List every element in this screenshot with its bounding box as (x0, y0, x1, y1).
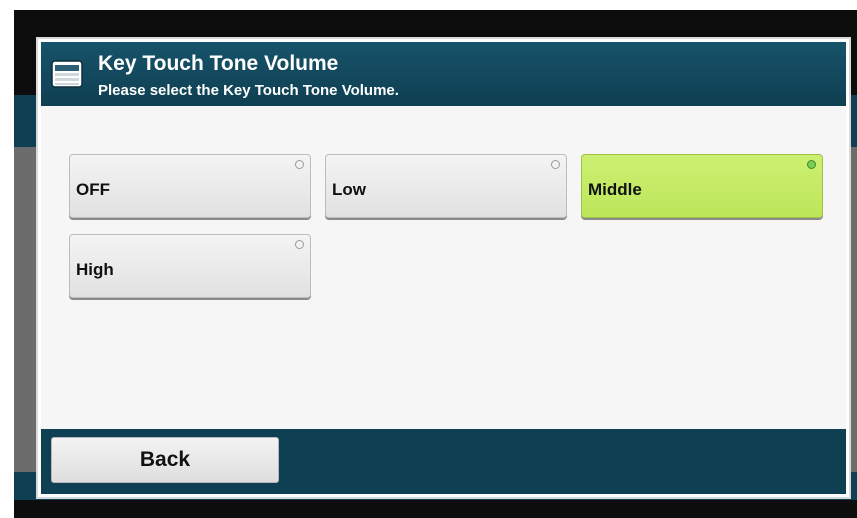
option-label: Middle (588, 180, 642, 199)
option-label: OFF (76, 180, 110, 199)
dialog-subtitle: Please select the Key Touch Tone Volume. (98, 82, 399, 99)
options-area: OFF Low Middle High (41, 106, 846, 429)
indicator-dot-icon (295, 240, 304, 249)
option-middle[interactable]: Middle (581, 154, 823, 218)
option-off[interactable]: OFF (69, 154, 311, 218)
indicator-dot-icon (807, 160, 816, 169)
option-low[interactable]: Low (325, 154, 567, 218)
dialog-header: Key Touch Tone Volume Please select the … (41, 42, 846, 106)
indicator-dot-icon (295, 160, 304, 169)
back-button[interactable]: Back (51, 437, 279, 483)
option-label: Low (332, 180, 366, 199)
volume-dialog: Key Touch Tone Volume Please select the … (36, 37, 851, 499)
option-high[interactable]: High (69, 234, 311, 298)
option-label: High (76, 260, 114, 279)
dialog-footer: Back (41, 429, 846, 494)
dialog-title: Key Touch Tone Volume (98, 52, 339, 75)
indicator-dot-icon (551, 160, 560, 169)
panel-display-icon (51, 60, 83, 88)
